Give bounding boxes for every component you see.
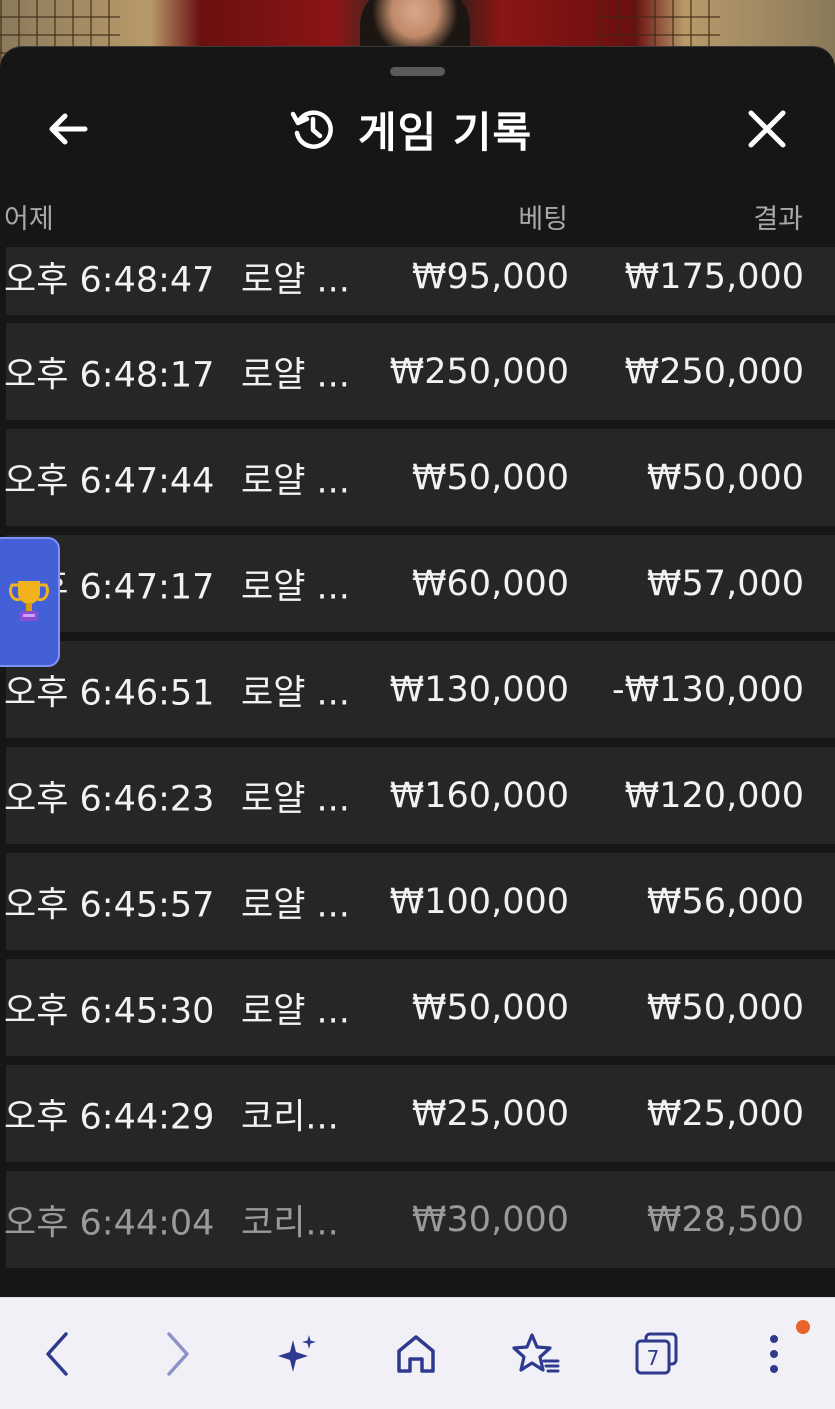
row-bet: ₩50,000: [411, 987, 569, 1028]
back-button[interactable]: [42, 103, 94, 155]
row-bet: ₩30,000: [411, 1199, 569, 1240]
more-icon: [770, 1335, 778, 1373]
row-result: ₩25,000: [646, 1093, 804, 1134]
row-bet: ₩50,000: [411, 457, 569, 498]
row-result: ₩120,000: [624, 775, 804, 816]
row-game: 로얄 ...: [241, 355, 350, 395]
history-row[interactable]: 오후 6:47:44 로얄 ... ₩50,000 ₩50,000: [4, 429, 835, 526]
row-result: ₩50,000: [646, 987, 804, 1028]
row-game: 로얄 ...: [241, 567, 350, 607]
row-bet: ₩25,000: [411, 1093, 569, 1134]
row-game: 코리...: [241, 1097, 339, 1137]
trophy-icon: [9, 581, 49, 621]
history-row[interactable]: 오후 6:45:30 로얄 ... ₩50,000 ₩50,000: [4, 959, 835, 1056]
more-menu-button[interactable]: [744, 1326, 804, 1382]
row-bet: ₩95,000: [411, 257, 569, 297]
column-header-bet: 베팅: [518, 204, 568, 235]
row-result: ₩175,000: [624, 257, 804, 297]
row-game: 로얄 ...: [241, 673, 350, 713]
history-row[interactable]: 오후 6:48:47 로얄 ... ₩95,000 ₩175,000: [4, 247, 835, 315]
tab-count-label: 7: [647, 1346, 660, 1370]
row-time: 오후 6:45:30: [4, 991, 215, 1031]
history-row[interactable]: 오후 6:48:17 로얄 ... ₩250,000 ₩250,000: [4, 323, 835, 420]
history-row[interactable]: 오후 6:46:23 로얄 ... ₩160,000 ₩120,000: [4, 747, 835, 844]
row-game: 로얄 ...: [241, 885, 350, 925]
assistant-button[interactable]: [267, 1326, 327, 1382]
sheet-header: 게임 기록: [0, 87, 835, 167]
row-time: 오후 6:48:17: [4, 355, 215, 395]
browser-forward-button[interactable]: [148, 1326, 208, 1382]
sheet-drag-handle[interactable]: [390, 67, 445, 76]
row-bet: ₩130,000: [389, 669, 569, 710]
history-icon: [290, 110, 333, 149]
history-row[interactable]: 오후 6:44:29 코리... ₩25,000 ₩25,000: [4, 1065, 835, 1162]
bookmark-star-icon: [512, 1333, 560, 1373]
row-bet: ₩60,000: [411, 563, 569, 604]
forward-icon: [167, 1332, 189, 1376]
tabs-icon: 7: [635, 1332, 678, 1375]
browser-toolbar: 7: [0, 1297, 835, 1409]
row-game: 로얄 ...: [241, 260, 350, 301]
row-time: 오후 6:45:57: [4, 885, 215, 925]
bookmarks-button[interactable]: [506, 1326, 566, 1382]
history-row[interactable]: 오후 6:45:57 로얄 ... ₩100,000 ₩56,000: [4, 853, 835, 950]
row-time: 오후 6:44:29: [4, 1097, 215, 1137]
row-result: ₩250,000: [624, 351, 804, 392]
leaderboard-floating-tab[interactable]: [0, 537, 60, 667]
row-game: 로얄 ...: [241, 991, 350, 1031]
browser-back-button[interactable]: [27, 1326, 87, 1382]
row-result: ₩50,000: [646, 457, 804, 498]
row-result: -₩130,000: [612, 669, 804, 710]
close-button[interactable]: [740, 103, 794, 155]
page-title-group: 게임 기록: [290, 101, 532, 157]
row-bet: ₩100,000: [389, 881, 569, 922]
row-result: ₩57,000: [646, 563, 804, 604]
column-header-result: 결과: [753, 204, 803, 235]
tabs-button[interactable]: 7: [626, 1326, 686, 1382]
app-root: 게임 기록 어제 베팅 결과 오후 6:48:47 로얄 ... ₩95,000…: [0, 0, 835, 1409]
row-time: 오후 6:44:04: [4, 1203, 215, 1243]
row-time: 오후 6:46:51: [4, 673, 215, 713]
arrow-left-icon: [49, 113, 88, 145]
back-icon: [46, 1332, 68, 1376]
row-time: 오후 6:47:44: [4, 461, 215, 501]
game-history-sheet: 게임 기록 어제 베팅 결과 오후 6:48:47 로얄 ... ₩95,000…: [0, 46, 835, 1306]
row-bet: ₩160,000: [389, 775, 569, 816]
row-bet: ₩250,000: [389, 351, 569, 392]
history-row[interactable]: 오후 6:46:51 로얄 ... ₩130,000 -₩130,000: [4, 641, 835, 738]
row-result: ₩28,500: [646, 1199, 804, 1240]
row-time: 오후 6:46:23: [4, 779, 215, 819]
history-list[interactable]: 오후 6:48:47 로얄 ... ₩95,000 ₩175,000 오후 6:…: [0, 247, 835, 1306]
column-header-date: 어제: [4, 204, 54, 235]
home-icon: [397, 1335, 435, 1373]
home-button[interactable]: [386, 1326, 446, 1382]
history-row[interactable]: 오후 6:47:17 로얄 ... ₩60,000 ₩57,000: [4, 535, 835, 632]
row-time: 오후 6:48:47: [4, 260, 215, 301]
sparkle-icon: [278, 1335, 316, 1372]
row-game: 코리...: [241, 1203, 339, 1243]
row-game: 로얄 ...: [241, 461, 350, 501]
close-icon: [748, 110, 786, 148]
history-row[interactable]: 오후 6:44:04 코리... ₩30,000 ₩28,500: [4, 1171, 835, 1268]
page-title: 게임 기록: [358, 107, 533, 157]
row-game: 로얄 ...: [241, 779, 350, 819]
notification-dot: [796, 1320, 810, 1334]
row-result: ₩56,000: [646, 881, 804, 922]
